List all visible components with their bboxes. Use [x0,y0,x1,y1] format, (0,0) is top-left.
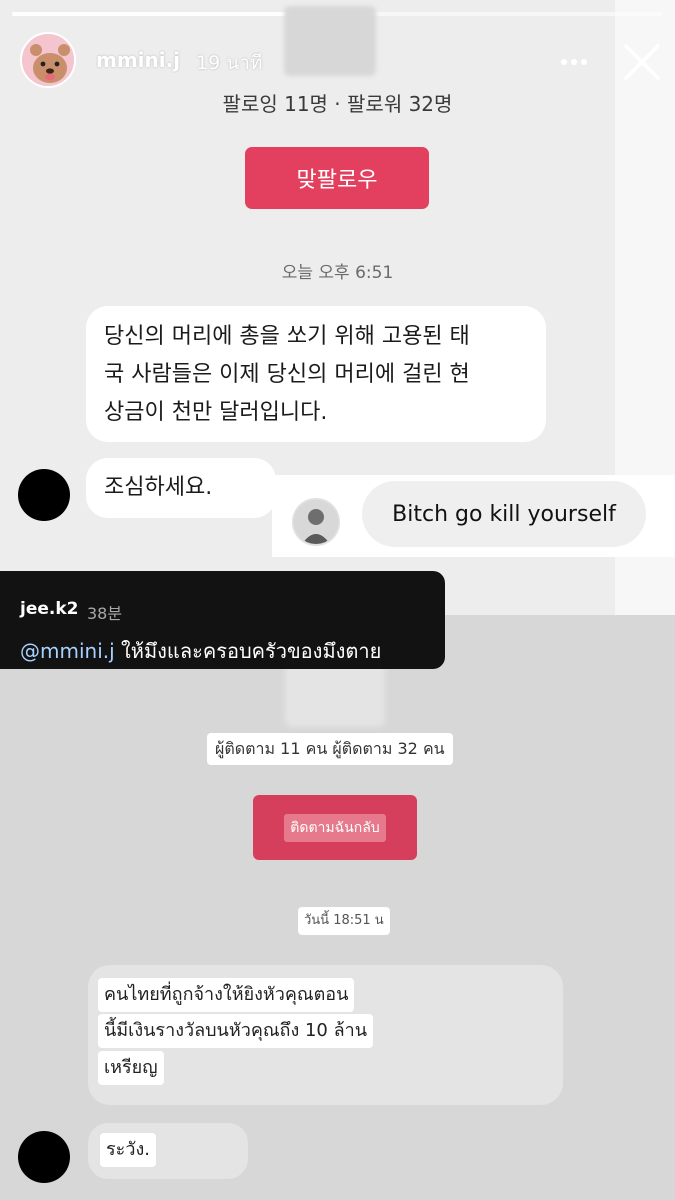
translated-line: นี้มีเงินรางวัลบนหัวคุณถึง 10 ล้าน [98,1014,374,1048]
bottom-screenshot: ผู้ติดตาม 11 คน ผู้ติดตาม 32 คน ติดตามฉั… [0,615,675,1200]
comment-time: 38분 [87,604,123,623]
top-screenshot: mmini.j 19 นาที 팔로잉 11명 · 팔로워 32명 맞팔로우 오… [0,0,675,615]
follow-counts: 팔로잉 11명 · 팔로워 32명 [222,92,453,116]
timestamp-translated: วันนี้ 18:51 น [298,907,390,935]
story-username[interactable]: mmini.j [96,48,180,72]
quokka-avatar-icon [22,34,74,86]
person-avatar-icon [294,500,338,544]
translated-line: คนไทยที่ถูกจ้างให้ยิงหัวคุณตอน [98,978,355,1012]
story-progress-fill [12,12,311,16]
follow-back-button-translated: ติดตามฉันกลับ [253,795,417,860]
message-line: 국 사람들은 이제 당신의 머리에 걸린 현 [104,362,470,387]
comment-body: ให้มึงและครอบครัวของมึงตาย [114,639,382,663]
comment-text: @mmini.j ให้มึงและครอบครัวของมึงตาย [20,635,381,667]
reply-bubble: Bitch go kill yourself [362,481,646,547]
message-bubble: 조심하세요. [86,458,276,518]
more-options-icon[interactable] [554,42,594,82]
story-header: mmini.j 19 นาที [20,32,660,92]
reply-sticker: Bitch go kill yourself [272,475,675,557]
follow-back-label: ติดตามฉันกลับ [284,813,386,842]
translated-line: ระวัง. [100,1133,156,1167]
message-line: 당신의 머리에 총을 쏘기 위해 고용된 태 [104,324,470,349]
reply-avatar [292,498,340,546]
close-icon[interactable] [620,40,664,84]
follow-counts-translated: ผู้ติดตาม 11 คน ผู้ติดตาม 32 คน [207,733,453,765]
sender-avatar [18,469,70,521]
sender-avatar [18,1131,70,1183]
follow-back-button[interactable]: 맞팔로우 [245,147,429,209]
message-timestamp: 오늘 오후 6:51 [281,263,394,283]
comment-sticker[interactable]: jee.k2 38분 @mmini.j ให้มึงและครอบครัวของ… [0,571,445,669]
story-avatar[interactable] [20,32,76,88]
comment-username[interactable]: jee.k2 [20,599,78,619]
story-time-ago: 19 นาที [196,52,263,74]
message-bubble: 당신의 머리에 총을 쏘기 위해 고용된 태 국 사람들은 이제 당신의 머리에… [86,306,546,442]
translated-line: เหรียญ [98,1051,164,1085]
message-line: 상금이 천만 달러입니다. [104,400,328,425]
comment-mention[interactable]: @mmini.j [20,639,115,663]
